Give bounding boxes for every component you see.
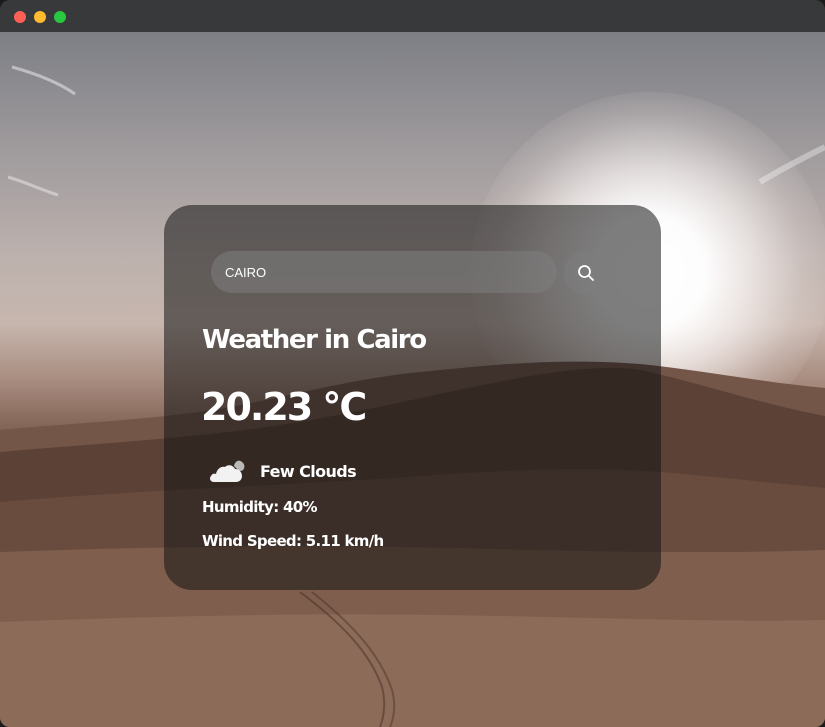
cloud-icon	[210, 460, 245, 482]
temperature-value: 20.23 °C	[201, 385, 367, 429]
humidity-text: Humidity: 40%	[202, 498, 318, 516]
weather-condition: Few Clouds	[208, 455, 357, 487]
close-window-button[interactable]	[14, 11, 26, 23]
city-heading: Weather in Cairo	[202, 325, 427, 355]
search-button[interactable]	[564, 251, 608, 295]
wind-speed-text: Wind Speed: 5.11 km/h	[202, 532, 384, 550]
search-input[interactable]	[211, 251, 557, 293]
zoom-window-button[interactable]	[54, 11, 66, 23]
window-titlebar	[0, 0, 825, 32]
weather-card: Weather in Cairo 20.23 °C Few Clouds Hum…	[164, 205, 661, 590]
search-icon	[578, 265, 594, 281]
app-window: Weather in Cairo 20.23 °C Few Clouds Hum…	[0, 0, 825, 727]
minimize-window-button[interactable]	[34, 11, 46, 23]
condition-label: Few Clouds	[260, 461, 357, 481]
